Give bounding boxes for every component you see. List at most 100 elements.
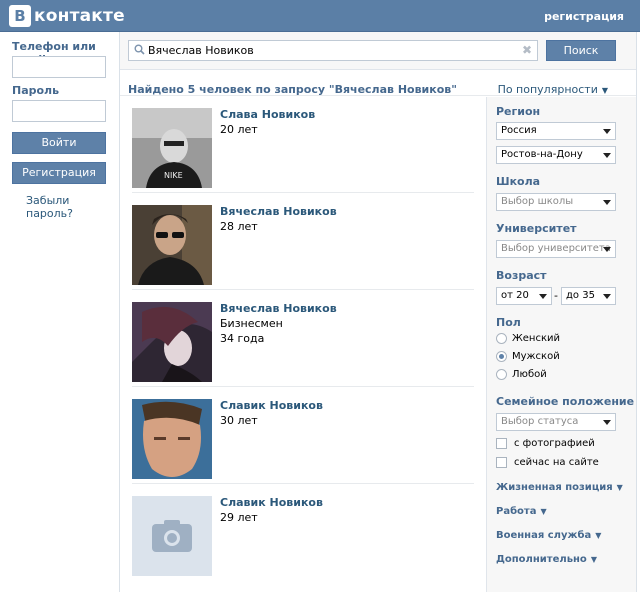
- chevron-down-icon: [603, 294, 611, 299]
- avatar[interactable]: [132, 399, 212, 479]
- results-summary: Найдено 5 человек по запросу "Вячеслав Н…: [128, 83, 457, 96]
- toggle-label: Военная служба: [496, 530, 592, 541]
- avatar[interactable]: [132, 205, 212, 285]
- search-button[interactable]: Поиск: [546, 40, 616, 61]
- school-select[interactable]: Выбор школы: [496, 193, 616, 211]
- chevron-down-icon: [603, 153, 611, 158]
- military-toggle[interactable]: Военная служба ▼: [496, 530, 601, 541]
- result-item: NIKE Слава Новиков 20 лет: [132, 97, 474, 193]
- university-placeholder: Выбор университета: [501, 243, 611, 254]
- result-occupation: Бизнесмен: [220, 317, 283, 330]
- age-to-value: до 35: [566, 290, 595, 301]
- result-item: Славик Новиков 30 лет: [132, 388, 474, 484]
- vk-logo-text: контакте: [34, 6, 125, 26]
- university-select[interactable]: Выбор университета: [496, 240, 616, 258]
- phone-email-input[interactable]: [12, 56, 106, 78]
- with-photo-checkbox[interactable]: с фотографией: [496, 438, 595, 449]
- result-name-link[interactable]: Слава Новиков: [220, 108, 315, 121]
- result-name-link[interactable]: Вячеслав Новиков: [220, 302, 337, 315]
- search-input[interactable]: Вячеслав Новиков ✖: [128, 40, 538, 61]
- chevron-down-icon: [603, 420, 611, 425]
- checkbox-label: сейчас на сайте: [514, 457, 599, 468]
- radio-icon: [496, 369, 507, 380]
- additional-toggle[interactable]: Дополнительно ▼: [496, 554, 597, 565]
- header-register-link[interactable]: регистрация: [544, 10, 624, 23]
- avatar[interactable]: [132, 302, 212, 382]
- checkbox-icon: [496, 457, 507, 468]
- region-heading: Регион: [496, 105, 541, 118]
- password-label: Пароль: [12, 84, 60, 97]
- search-main: Вячеслав Новиков ✖ Поиск Найдено 5 челов…: [119, 32, 637, 592]
- sex-radio-female[interactable]: Женский: [496, 333, 560, 344]
- chevron-down-icon: ▼: [595, 531, 602, 540]
- clear-search-icon[interactable]: ✖: [522, 43, 532, 57]
- result-item: Славик Новиков 29 лет: [132, 485, 474, 581]
- toggle-label: Дополнительно: [496, 554, 587, 565]
- result-age: 30 лет: [220, 414, 258, 427]
- age-to-select[interactable]: до 35: [561, 287, 616, 305]
- toggle-label: Работа: [496, 506, 537, 517]
- chevron-down-icon: ▼: [616, 483, 623, 492]
- result-name-link[interactable]: Вячеслав Новиков: [220, 205, 337, 218]
- avatar[interactable]: NIKE: [132, 108, 212, 188]
- sex-heading: Пол: [496, 316, 521, 329]
- marital-select[interactable]: Выбор статуса: [496, 413, 616, 431]
- age-from-select[interactable]: от 20: [496, 287, 552, 305]
- vk-logo[interactable]: В контакте: [9, 5, 125, 27]
- checkbox-label: с фотографией: [514, 438, 595, 449]
- result-age: 29 лет: [220, 511, 258, 524]
- checkbox-icon: [496, 438, 507, 449]
- marital-placeholder: Выбор статуса: [501, 416, 579, 427]
- age-heading: Возраст: [496, 269, 547, 282]
- sort-label: По популярности: [497, 83, 598, 96]
- life-position-toggle[interactable]: Жизненная позиция ▼: [496, 482, 623, 493]
- online-now-checkbox[interactable]: сейчас на сайте: [496, 457, 599, 468]
- radio-selected-icon: [496, 351, 507, 362]
- result-name-link[interactable]: Славик Новиков: [220, 496, 323, 509]
- svg-text:NIKE: NIKE: [164, 171, 183, 180]
- school-placeholder: Выбор школы: [501, 196, 574, 207]
- work-toggle[interactable]: Работа ▼: [496, 506, 547, 517]
- chevron-down-icon: ▼: [590, 555, 597, 564]
- top-header: В контакте регистрация: [0, 0, 640, 32]
- register-button[interactable]: Регистрация: [12, 162, 106, 184]
- results-summary-row: Найдено 5 человек по запросу "Вячеслав Н…: [120, 70, 636, 96]
- radio-label: Любой: [512, 369, 547, 380]
- city-value: Ростов-на-Дону: [501, 149, 583, 160]
- toggle-label: Жизненная позиция: [496, 482, 613, 493]
- camera-icon: [152, 520, 192, 552]
- country-select[interactable]: Россия: [496, 122, 616, 140]
- filters-panel: Регион Россия Ростов-на-Дону Школа Выбор…: [486, 97, 636, 592]
- result-age: 28 лет: [220, 220, 258, 233]
- age-separator: -: [554, 289, 558, 302]
- sex-radio-any[interactable]: Любой: [496, 369, 547, 380]
- search-bar: Вячеслав Новиков ✖ Поиск: [120, 32, 636, 70]
- chevron-down-icon: [603, 129, 611, 134]
- country-value: Россия: [501, 125, 537, 136]
- sort-dropdown[interactable]: По популярности ▼: [498, 83, 608, 96]
- chevron-down-icon: ▼: [540, 507, 547, 516]
- age-from-value: от 20: [501, 290, 529, 301]
- radio-label: Женский: [512, 333, 560, 344]
- password-input[interactable]: [12, 100, 106, 122]
- result-item: Вячеслав Новиков 28 лет: [132, 194, 474, 290]
- city-select[interactable]: Ростов-на-Дону: [496, 146, 616, 164]
- login-button[interactable]: Войти: [12, 132, 106, 154]
- radio-icon: [496, 333, 507, 344]
- university-heading: Университет: [496, 222, 577, 235]
- result-age: 20 лет: [220, 123, 258, 136]
- chevron-down-icon: [603, 247, 611, 252]
- chevron-down-icon: ▼: [601, 86, 608, 95]
- chevron-down-icon: [539, 294, 547, 299]
- vk-logo-mark: В: [9, 5, 31, 27]
- login-sidebar: Телефон или email Пароль Войти Регистрац…: [0, 32, 118, 592]
- chevron-down-icon: [603, 200, 611, 205]
- avatar-placeholder[interactable]: [132, 496, 212, 576]
- search-query-value: Вячеслав Новиков: [148, 44, 254, 57]
- result-name-link[interactable]: Славик Новиков: [220, 399, 323, 412]
- radio-label: Мужской: [512, 351, 560, 362]
- sex-radio-male[interactable]: Мужской: [496, 351, 560, 362]
- forgot-password-link[interactable]: Забыли пароль?: [26, 194, 118, 220]
- result-age: 34 года: [220, 332, 265, 345]
- marital-heading: Семейное положение: [496, 395, 635, 408]
